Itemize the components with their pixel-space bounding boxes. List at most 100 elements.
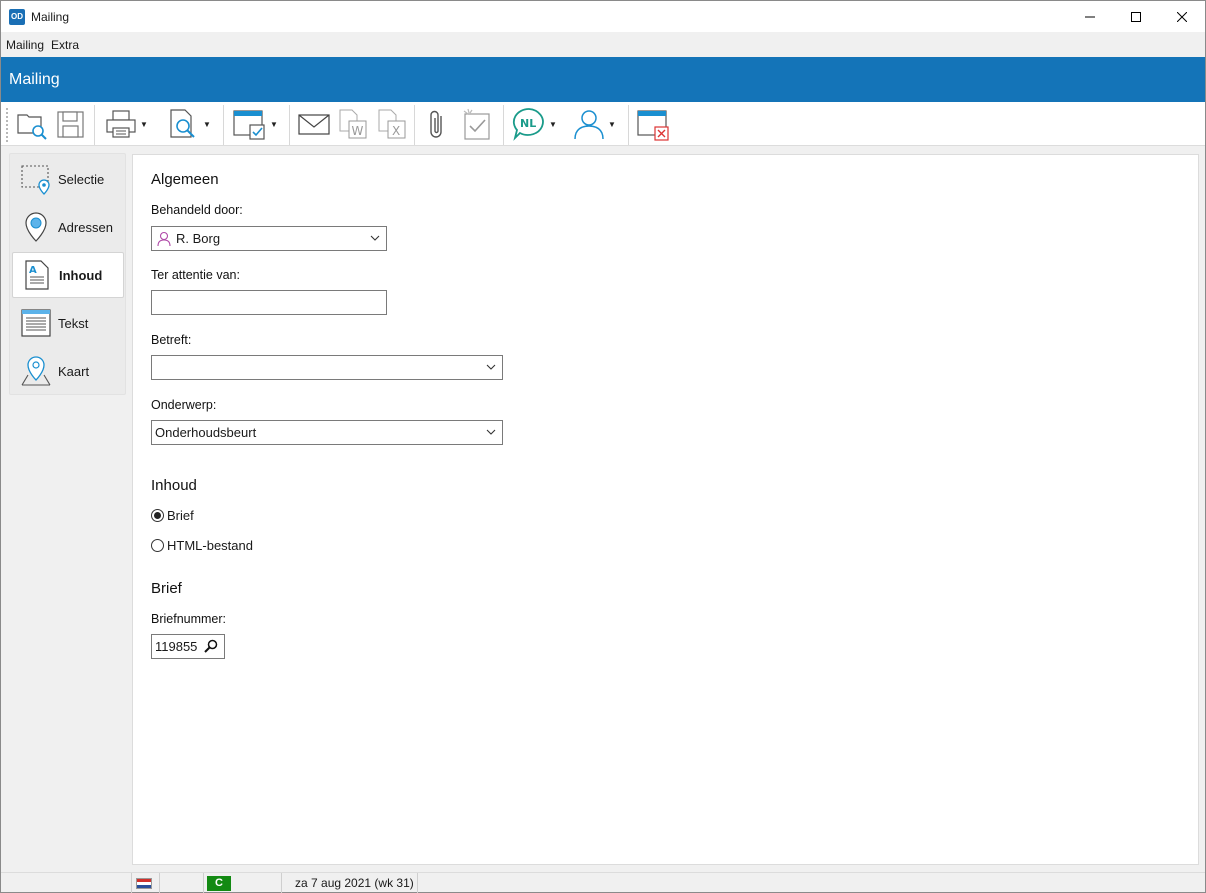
print-preview-button[interactable]: ▼ <box>167 106 211 142</box>
close-window-button[interactable] <box>636 106 670 142</box>
export-word-button[interactable]: W <box>337 106 369 142</box>
nav-label: Tekst <box>58 315 89 331</box>
close-window-icon <box>637 110 669 141</box>
open-button[interactable] <box>15 106 49 142</box>
toolbar-separator <box>223 105 224 145</box>
nav-label: Inhoud <box>59 267 103 283</box>
nav-item-selectie[interactable]: Selectie <box>12 156 124 202</box>
export-excel-icon: X <box>378 109 406 139</box>
status-cell-empty <box>159 873 203 893</box>
minimize-button[interactable] <box>1067 1 1113 32</box>
toolbar: ▼ ▼ ▼ W X NL ▼ ▼ <box>1 102 1205 146</box>
new-clipboard-button[interactable] <box>460 106 494 142</box>
status-bar: C za 7 aug 2021 (wk 31) <box>1 872 1205 893</box>
select-window-button[interactable]: ▼ <box>232 106 278 142</box>
export-word-icon: W <box>339 109 367 139</box>
language-button[interactable]: NL ▼ <box>511 106 557 142</box>
user-button[interactable]: ▼ <box>572 106 616 142</box>
maximize-icon <box>1131 11 1141 22</box>
search-icon[interactable] <box>204 639 218 653</box>
language-icon: NL <box>512 108 544 141</box>
svg-text:W: W <box>352 124 364 138</box>
map-pin-icon <box>20 355 52 387</box>
letter-number-value: 119855 <box>155 639 198 654</box>
toolbar-separator <box>289 105 290 145</box>
radio-html-file[interactable]: HTML-bestand <box>151 538 253 553</box>
regarding-label: Betreft: <box>151 333 192 347</box>
close-button[interactable] <box>1159 1 1205 32</box>
subject-dropdown[interactable]: Onderhoudsbeurt <box>151 420 503 445</box>
nav-item-inhoud[interactable]: A Inhoud <box>12 252 124 298</box>
handled-by-dropdown[interactable]: R. Borg <box>151 226 387 251</box>
page-header: Mailing <box>1 57 1205 102</box>
email-icon <box>298 114 330 135</box>
chevron-down-icon <box>486 429 496 435</box>
new-clipboard-icon <box>463 108 490 140</box>
selection-icon <box>20 163 52 195</box>
close-icon <box>1177 11 1187 22</box>
nav-item-tekst[interactable]: Tekst <box>12 300 124 346</box>
radio-button-checked[interactable] <box>151 509 164 522</box>
handled-by-label: Behandeld door: <box>151 203 243 217</box>
menu-extra[interactable]: Extra <box>51 38 79 52</box>
status-date: za 7 aug 2021 (wk 31) <box>281 873 417 893</box>
subject-label: Onderwerp: <box>151 398 217 412</box>
print-preview-icon <box>170 109 195 138</box>
attention-input[interactable] <box>151 290 387 315</box>
user-icon <box>574 110 604 140</box>
status-cell-badge: C <box>203 873 281 893</box>
nav-item-kaart[interactable]: Kaart <box>12 348 124 394</box>
svg-text:X: X <box>392 124 400 138</box>
toolbar-separator <box>414 105 415 145</box>
nav-item-adressen[interactable]: Adressen <box>12 204 124 250</box>
email-button[interactable] <box>298 106 330 142</box>
page-title: Mailing <box>9 70 60 88</box>
side-navigation: Selectie Adressen A Inhoud Tekst Kaart <box>9 153 126 395</box>
status-date-text: za 7 aug 2021 (wk 31) <box>295 876 414 890</box>
maximize-button[interactable] <box>1113 1 1159 32</box>
chevron-down-icon <box>486 364 496 370</box>
toolbar-separator <box>94 105 95 145</box>
minimize-icon <box>1085 16 1095 17</box>
location-pin-icon <box>20 211 52 243</box>
app-logo-icon: OD <box>9 8 25 25</box>
subject-value: Onderhoudsbeurt <box>155 425 257 440</box>
open-icon <box>17 114 47 140</box>
status-badge: C <box>207 875 231 891</box>
attachment-icon <box>430 110 442 138</box>
print-icon <box>106 110 136 138</box>
radio-letter-label: Brief <box>167 508 194 523</box>
svg-text:A: A <box>29 265 37 276</box>
window-controls <box>1067 1 1205 32</box>
chevron-down-icon[interactable]: ▼ <box>270 120 278 129</box>
radio-letter[interactable]: Brief <box>151 508 194 523</box>
toolbar-grip[interactable] <box>6 108 8 142</box>
regarding-dropdown[interactable] <box>151 355 503 380</box>
radio-button[interactable] <box>151 539 164 552</box>
chevron-down-icon[interactable]: ▼ <box>203 120 211 129</box>
menu-mailing[interactable]: Mailing <box>6 38 44 52</box>
chevron-down-icon[interactable]: ▼ <box>608 120 616 129</box>
section-heading-general: Algemeen <box>151 171 219 188</box>
nav-label: Adressen <box>58 219 113 235</box>
content-panel: Algemeen Behandeld door: R. Borg Ter att… <box>132 154 1199 865</box>
nav-label: Kaart <box>58 363 90 379</box>
letter-number-input[interactable]: 119855 <box>151 634 225 659</box>
language-flag <box>131 873 159 893</box>
export-excel-button[interactable]: X <box>376 106 408 142</box>
letter-number-label: Briefnummer: <box>151 612 227 626</box>
save-icon <box>57 111 84 138</box>
toolbar-separator <box>503 105 504 145</box>
chevron-down-icon[interactable]: ▼ <box>549 120 557 129</box>
handled-by-value: R. Borg <box>176 231 221 246</box>
document-icon: A <box>21 259 53 291</box>
attachment-button[interactable] <box>423 106 451 142</box>
radio-html-label: HTML-bestand <box>167 538 253 553</box>
print-button[interactable]: ▼ <box>104 106 148 142</box>
chevron-down-icon[interactable]: ▼ <box>140 120 148 129</box>
menu-bar: Mailing Extra <box>1 32 1205 57</box>
chevron-down-icon <box>370 235 380 241</box>
attention-label: Ter attentie van: <box>151 268 240 282</box>
save-button[interactable] <box>54 106 88 142</box>
app-window: OD Mailing Mailing Extra Mailing ▼ ▼ ▼ W… <box>0 0 1206 893</box>
